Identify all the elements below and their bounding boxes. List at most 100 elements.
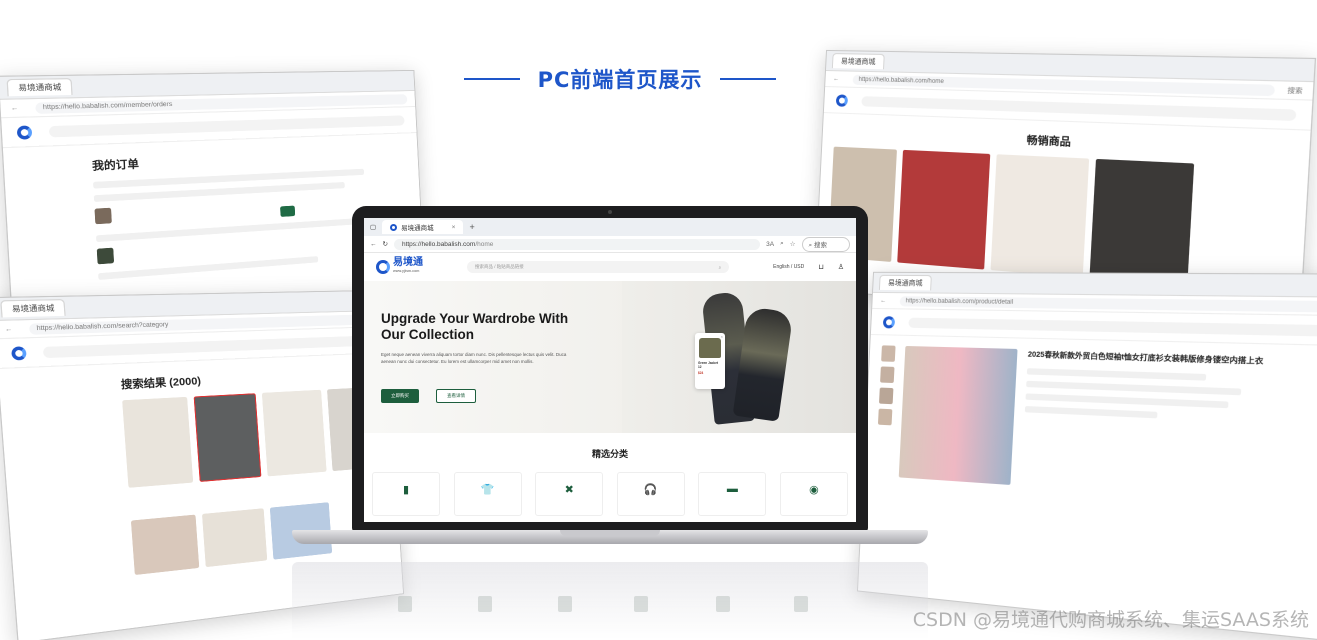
back-icon[interactable]: ← [833, 76, 839, 82]
back-icon[interactable]: ← [10, 105, 18, 112]
detail-info: 2025春秋新款外贸白色短袖t恤女打底衫女装韩版修身镂空内搭上衣 [1021, 349, 1280, 503]
tools-icon: ✖ [565, 483, 574, 496]
favorite-star-icon[interactable]: ☆ [790, 240, 796, 248]
back-icon[interactable]: ← [5, 326, 13, 333]
search-search-input[interactable] [43, 335, 375, 358]
hero-banner: Upgrade Your Wardrobe With Our Collectio… [364, 281, 856, 433]
product-thumb[interactable] [194, 393, 262, 482]
search-logo[interactable] [11, 346, 27, 360]
reflection-icon [398, 596, 412, 612]
product-price: $24 [698, 371, 722, 375]
logo-icon [883, 316, 895, 328]
browser-tab-title: 易境通商城 [401, 222, 434, 232]
headphones-icon: 🎧 [644, 483, 658, 496]
close-tab-icon[interactable]: × [452, 224, 456, 231]
product-thumb[interactable] [122, 397, 193, 488]
product-thumb[interactable] [262, 390, 327, 477]
back-icon[interactable]: ← [370, 241, 377, 248]
laptop-camera [608, 210, 612, 214]
favicon-icon [390, 224, 397, 231]
orders-action-button[interactable] [280, 206, 295, 217]
category-tile[interactable]: ▮ [372, 472, 440, 516]
phone-icon: ▮ [403, 483, 409, 496]
heading-title: PC前端首页展示 [538, 64, 703, 94]
search-icon[interactable]: ⌕ [719, 265, 722, 270]
tshirt-icon: 👕 [481, 483, 495, 496]
browser-tab[interactable]: 易境通商城 × [382, 220, 463, 234]
detail-title: 2025春秋新款外贸白色短袖t恤女打底衫女装韩版修身镂空内搭上衣 [1028, 349, 1280, 367]
featured-categories-title: 精选分类 [364, 447, 856, 460]
detail-thumbnail[interactable] [880, 366, 894, 383]
detail-row [1025, 406, 1158, 418]
detail-thumbnail[interactable] [879, 388, 893, 405]
search-grid-row [122, 387, 383, 488]
user-icon[interactable]: ♙ [838, 263, 844, 271]
orders-logo[interactable] [17, 125, 33, 139]
product-thumb[interactable] [991, 154, 1090, 277]
url-path: /home [475, 241, 493, 248]
category-tile[interactable]: ▬ [698, 472, 766, 516]
hero-description: Eget neque aenean viverra aliquam tortor… [381, 351, 571, 365]
browser-tabbar: ▢ 易境通商城 × + [364, 218, 856, 236]
url-host: https://hello.babalish.com [402, 241, 475, 248]
detail-thumbnails [875, 345, 895, 476]
book-icon: ▬ [727, 483, 738, 495]
site-header: 易境通 www.yjtsm.com 搜索商品 / 粘贴商品链接 ⌕ English … [364, 253, 856, 281]
detail-main-image[interactable] [899, 346, 1018, 485]
featured-product-card[interactable]: × Green Jacket 12 $24 [695, 333, 725, 389]
category-tile[interactable]: 🎧 [617, 472, 685, 516]
category-tile[interactable]: 👕 [454, 472, 522, 516]
reflection-icon [634, 596, 648, 612]
logo-text: 易境通 www.yjtsm.com [393, 258, 423, 276]
language-currency-select[interactable]: English / USD [773, 264, 804, 270]
detail-row [1025, 393, 1228, 408]
watermark: CSDN @易境通代购商城系统、集运SAAS系统 [913, 605, 1309, 632]
product-thumb[interactable] [131, 515, 199, 575]
hero-title: Upgrade Your Wardrobe With Our Collectio… [381, 311, 581, 343]
back-icon[interactable]: ← [880, 297, 886, 303]
hot-tab[interactable]: 易境通商城 [832, 53, 885, 69]
hot-logo[interactable] [836, 94, 848, 106]
orders-tab[interactable]: 易境通商城 [7, 78, 73, 96]
site-search-input[interactable]: 搜索商品 / 粘贴商品链接 ⌕ [467, 261, 729, 273]
refresh-icon[interactable]: ↻ [383, 240, 388, 248]
view-details-button[interactable]: 查看详情 [436, 389, 476, 403]
search-tab[interactable]: 易境通商城 [0, 299, 66, 317]
detail-search-input[interactable] [908, 317, 1317, 336]
zoom-indicator[interactable]: 3A [766, 241, 774, 248]
window-menu-icon[interactable]: ▢ [370, 223, 376, 231]
shop-now-button[interactable]: 立即购买 [381, 389, 419, 403]
browser-search-box[interactable]: ⌕ 搜索 [802, 237, 850, 252]
product-thumb[interactable] [897, 150, 990, 270]
product-thumb[interactable] [1089, 159, 1194, 286]
category-tile[interactable]: ✖ [535, 472, 603, 516]
laptop-notch [560, 530, 660, 536]
detail-row [1026, 381, 1241, 396]
detail-body: 2025春秋新款外贸白色短袖t恤女打底衫女装韩版修身镂空内搭上衣 [863, 335, 1317, 519]
logo-icon [11, 346, 27, 360]
close-icon[interactable]: × [721, 334, 723, 339]
url-input[interactable]: https://hello.babalish.com/home [394, 239, 760, 250]
product-name: Green Jacket 12 [698, 361, 722, 369]
category-tile[interactable]: ◉ [780, 472, 848, 516]
site-logo[interactable]: 易境通 www.yjtsm.com [376, 258, 423, 276]
detail-thumbnail[interactable] [878, 409, 892, 426]
logo-icon [836, 94, 848, 106]
reflection-icon [558, 596, 572, 612]
detail-thumbnail[interactable] [881, 345, 895, 362]
detail-logo[interactable] [883, 316, 895, 328]
product-thumb[interactable] [202, 508, 267, 567]
magnifier-icon[interactable]: ⌕ [780, 240, 784, 248]
browser-address-bar: ← ↻ https://hello.babalish.com/home 3A ⌕… [364, 236, 856, 253]
heading-right-line [720, 78, 776, 80]
search-title: 搜索结果 (2000) [120, 364, 377, 392]
shopping-bag-icon[interactable]: ⊔ [818, 263, 823, 271]
logo-icon [376, 260, 390, 274]
orders-search-input[interactable] [49, 115, 405, 137]
new-tab-icon[interactable]: + [469, 222, 474, 232]
browser-toolbar: 3A ⌕ ☆ [766, 240, 795, 248]
detail-tab[interactable]: 易境通商城 [879, 275, 932, 291]
logo-url: www.yjtsm.com [393, 267, 423, 276]
hot-search-label[interactable]: 搜索 [1287, 85, 1303, 96]
laptop-reflection [292, 562, 928, 640]
